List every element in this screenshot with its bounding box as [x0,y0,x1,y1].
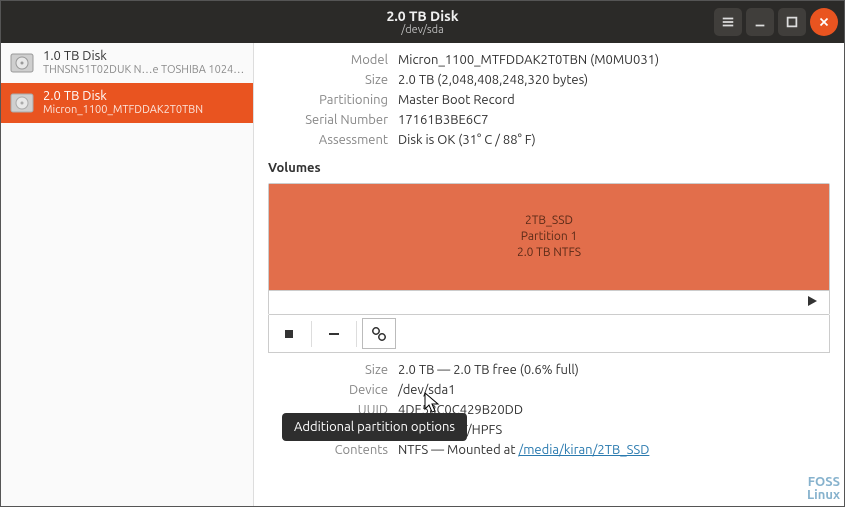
close-button[interactable] [810,8,838,36]
pspec-key-ptype: Partition Type [268,423,388,437]
spec-val-model: Micron_1100_MTFDDAK2T0TBN (M0MU031) [398,53,830,67]
spec-key-partitioning: Partitioning [268,93,388,107]
additional-options-button[interactable] [359,315,399,352]
disk-list: 1.0 TB Disk THNSN51T02DUK N…e TOSHIBA 10… [1,43,254,506]
hamburger-menu-icon[interactable] [714,8,742,36]
disk-icon [9,90,35,116]
separator [311,321,312,347]
partition-fs: 2.0 TB NTFS [517,245,581,261]
spec-key-model: Model [268,53,388,67]
titlebar: 2.0 TB Disk /dev/sda [1,1,844,43]
disk-name: 1.0 TB Disk [43,49,245,64]
maximize-button[interactable] [778,8,806,36]
sidebar-item-disk-1[interactable]: 2.0 TB Disk Micron_1100_MTFDDAK2T0TBN [1,83,253,123]
spec-key-serial: Serial Number [268,113,388,127]
pspec-val-uuid: 4DE58C0C429B20DD [398,403,830,417]
minimize-button[interactable] [746,8,774,36]
volume-map-footer [269,290,829,314]
pspec-val-device: /dev/sda1 [398,383,830,397]
spec-key-assessment: Assessment [268,133,388,147]
unmount-button[interactable] [269,315,309,352]
partition-block[interactable]: 2TB_SSD Partition 1 2.0 TB NTFS [269,184,829,290]
pspec-key-device: Device [268,383,388,397]
pspec-val-contents: NTFS — Mounted at /media/kiran/2TB_SSD [398,443,830,457]
spec-key-size: Size [268,73,388,87]
partition-toolbar [268,315,830,353]
pspec-key-contents: Contents [268,443,388,457]
spec-val-size: 2.0 TB (2,048,408,248,320 bytes) [398,73,830,87]
partition-specs: Size 2.0 TB — 2.0 TB free (0.6% full) De… [268,363,830,457]
sidebar-item-disk-0[interactable]: 1.0 TB Disk THNSN51T02DUK N…e TOSHIBA 10… [1,43,253,83]
delete-partition-button[interactable] [314,315,354,352]
disk-icon [9,50,35,76]
pspec-key-uuid: UUID [268,403,388,417]
partition-sub: Partition 1 [521,229,577,245]
volumes-header: Volumes [268,161,830,175]
spec-val-assessment: Disk is OK (31° C / 88° F) [398,133,830,147]
play-icon[interactable] [805,294,819,311]
disk-name: 2.0 TB Disk [43,89,203,104]
disk-sub: THNSN51T02DUK N…e TOSHIBA 1024GB [43,64,245,77]
watermark-l2: Linux [807,489,840,502]
mount-point-link[interactable]: /media/kiran/2TB_SSD [518,443,649,457]
disk-specs: Model Micron_1100_MTFDDAK2T0TBN (M0MU031… [268,53,830,147]
volume-map: 2TB_SSD Partition 1 2.0 TB NTFS [268,183,830,315]
main-panel: Model Micron_1100_MTFDDAK2T0TBN (M0MU031… [254,43,844,506]
pspec-val-ptype: NTFS/exFAT/HPFS [398,423,830,437]
disk-sub: Micron_1100_MTFDDAK2T0TBN [43,104,203,117]
spec-val-partitioning: Master Boot Record [398,93,830,107]
separator [356,321,357,347]
partition-name: 2TB_SSD [525,213,573,229]
pspec-val-size: 2.0 TB — 2.0 TB free (0.6% full) [398,363,830,377]
watermark: FOSS Linux [807,476,840,502]
contents-prefix: NTFS — Mounted at [398,443,518,457]
spec-val-serial: 17161B3BE6C7 [398,113,830,127]
pspec-key-size: Size [268,363,388,377]
